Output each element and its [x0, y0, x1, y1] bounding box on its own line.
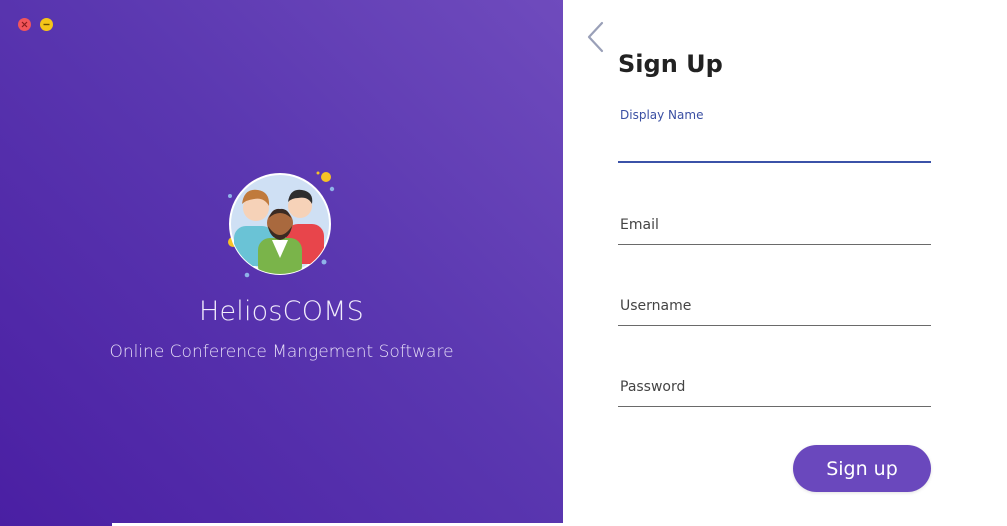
window-minimize-button[interactable]	[40, 18, 53, 31]
username-underline	[618, 325, 931, 326]
app-subtitle: Online Conference Mangement Software	[109, 342, 454, 362]
display-name-label: Display Name	[620, 108, 704, 122]
form-title: Sign Up	[618, 50, 723, 78]
email-field[interactable]: Email	[618, 215, 931, 247]
signup-form-panel: Sign Up Display Name Email Username Pass…	[563, 0, 1007, 526]
password-field[interactable]: Password	[618, 377, 931, 409]
email-underline	[618, 244, 931, 245]
minimize-icon	[43, 23, 50, 26]
password-input[interactable]	[618, 377, 931, 399]
close-icon	[21, 21, 28, 28]
brand-panel: HeliosCOMS Online Conference Mangement S…	[0, 0, 563, 526]
display-name-field[interactable]: Display Name	[618, 106, 931, 166]
username-input[interactable]	[618, 296, 931, 318]
display-name-underline	[618, 161, 931, 163]
display-name-input[interactable]	[618, 136, 931, 158]
chevron-left-icon	[587, 21, 604, 53]
password-underline	[618, 406, 931, 407]
back-button[interactable]	[585, 20, 607, 54]
window-close-button[interactable]	[18, 18, 31, 31]
username-field[interactable]: Username	[618, 296, 931, 328]
users-logo-icon	[228, 171, 335, 278]
signup-button[interactable]: Sign up	[793, 445, 931, 492]
app-window: HeliosCOMS Online Conference Mangement S…	[0, 0, 1007, 526]
app-name: HeliosCOMS	[198, 296, 365, 327]
email-input[interactable]	[618, 215, 931, 237]
